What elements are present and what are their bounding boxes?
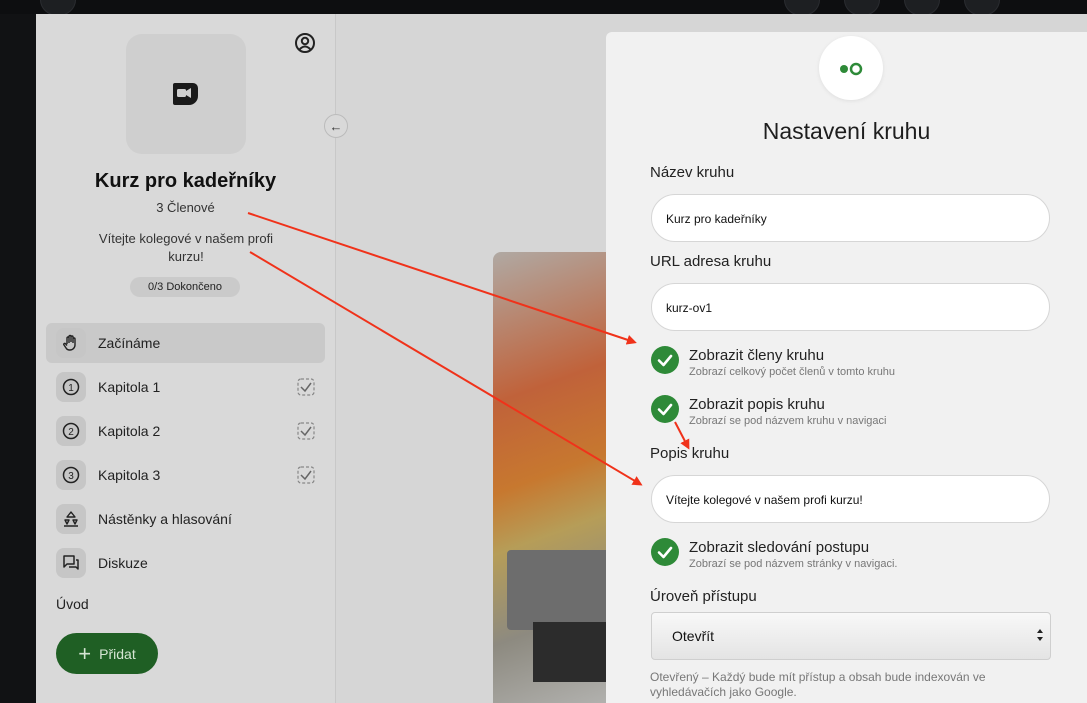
toggle-subtitle: Zobrazí celkový počet členů v tomto kruh… [689,366,896,378]
arrow-left-icon: ← [329,118,343,134]
app-logo [819,36,883,100]
section-label-uvod[interactable]: Úvod [56,596,89,612]
member-count: 3 Členové [156,200,215,215]
add-button[interactable]: + Přidat [56,633,158,674]
toggle-title: Zobrazit sledování postupu [689,539,870,556]
group-avatar[interactable] [126,34,246,154]
sidebar-item-kapitola-1[interactable]: 1 Kapitola 1 [46,367,325,407]
description-input[interactable]: Vítejte kolegové v našem profi kurzu! [651,475,1050,523]
app-window: Kurz pro kadeřníky 3 Členové Vítejte kol… [36,14,1087,703]
logo-dots-icon [840,62,863,76]
group-title: Kurz pro kadeřníky [94,170,277,192]
checkmark-icon[interactable] [651,346,679,374]
description-label: Popis kruhu [650,445,730,462]
checkmark-icon[interactable] [651,395,679,423]
url-label: URL adresa kruhu [650,253,772,270]
panel-title: Nastavení kruhu [762,118,931,144]
window-top-bar [0,0,1087,16]
sidebar-item-label: Kapitola 3 [98,467,161,483]
completion-check-icon[interactable] [297,466,315,484]
sidebar-item-kapitola-3[interactable]: 3 Kapitola 3 [46,455,325,495]
svg-text:1: 1 [68,383,74,394]
number-3-icon: 3 [56,460,86,490]
name-input[interactable]: Kurz pro kadeřníky [651,194,1050,242]
svg-text:3: 3 [68,471,74,482]
toggle-show-description[interactable]: Zobrazit popis kruhu Zobrazí se pod názv… [651,395,1051,431]
access-level-help: Otevřený – Každý bude mít přístup a obsa… [650,670,986,699]
device-shape [533,622,613,682]
checkmark-icon[interactable] [651,538,679,566]
name-label: Název kruhu [650,164,735,181]
video-camera-icon [173,83,198,105]
completion-check-icon[interactable] [297,422,315,440]
sidebar-item-label: Začínáme [98,335,161,351]
number-1-icon: 1 [56,372,86,402]
access-level-select[interactable]: Otevřít [651,612,1051,660]
number-2-icon: 2 [56,416,86,446]
access-level-label: Úroveň přístupu [650,588,757,605]
url-input[interactable]: kurz-ov1 [651,283,1050,331]
toggle-title: Zobrazit členy kruhu [689,347,825,364]
toggle-title: Zobrazit popis kruhu [689,396,825,413]
plus-icon: + [78,640,92,666]
completion-check-icon[interactable] [297,378,315,396]
progress-badge: 0/3 Dokončeno [130,277,240,297]
collapse-sidebar-button[interactable]: ← [324,114,348,138]
chat-icon [56,548,86,578]
group-description: Vítejte kolegové v našem profi kurzu! [98,231,274,264]
toggle-subtitle: Zobrazí se pod názvem kruhu v navigaci [689,415,887,427]
toggle-show-members[interactable]: Zobrazit členy kruhu Zobrazí celkový poč… [651,346,1051,382]
svg-text:2: 2 [68,427,74,438]
sidebar-item-label: Diskuze [98,555,148,571]
group-sidebar: Kurz pro kadeřníky 3 Členové Vítejte kol… [36,14,336,703]
poll-icon [56,504,86,534]
sidebar-item-nastenky[interactable]: Nástěnky a hlasování [46,499,325,539]
sidebar-item-label: Kapitola 1 [98,379,161,395]
select-arrows-icon [1037,629,1043,641]
circle-settings-panel: Nastavení kruhu Název kruhu Kurz pro kad… [606,32,1087,703]
add-button-label: Přidat [99,645,136,662]
sidebar-item-label: Nástěnky a hlasování [98,511,232,527]
access-level-value: Otevřít [672,628,715,644]
user-profile-icon[interactable] [294,32,316,54]
sidebar-item-kapitola-2[interactable]: 2 Kapitola 2 [46,411,325,451]
sidebar-item-diskuze[interactable]: Diskuze [46,543,325,583]
sidebar-item-zaciname[interactable]: Začínáme [46,323,325,363]
toggle-show-progress[interactable]: Zobrazit sledování postupu Zobrazí se po… [651,538,1051,574]
sidebar-item-label: Kapitola 2 [98,423,161,439]
hand-icon [56,328,86,358]
toggle-subtitle: Zobrazí se pod názvem stránky v navigaci… [689,558,898,570]
